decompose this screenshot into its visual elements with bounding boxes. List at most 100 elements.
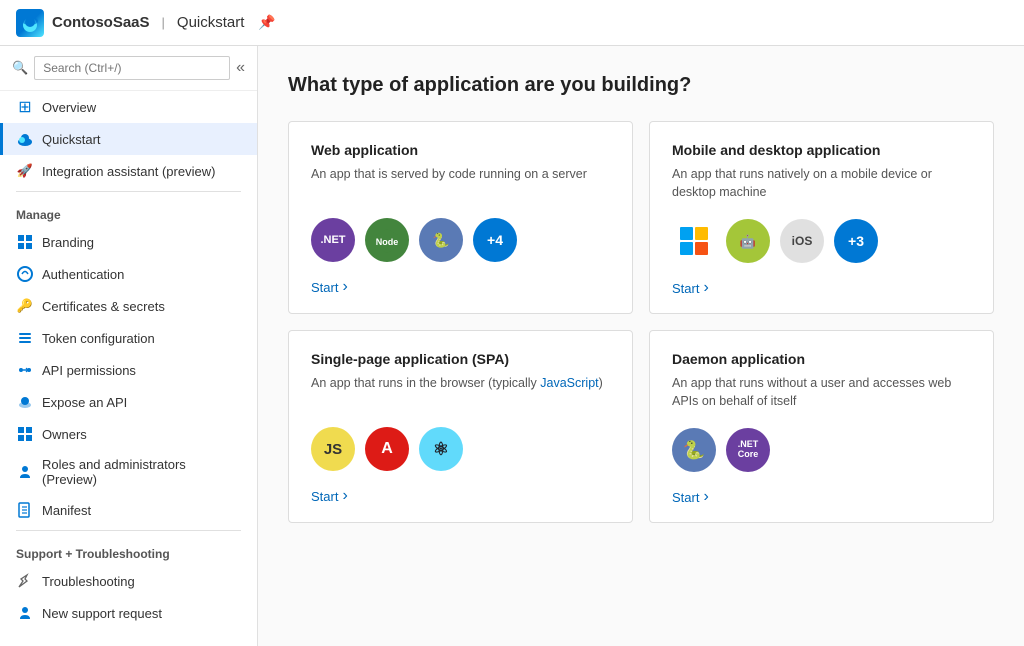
search-icon: 🔍 (12, 60, 28, 76)
start-label: Start (672, 281, 699, 296)
sidebar-item-label: Certificates & secrets (42, 299, 165, 314)
chevron-right-icon: › (342, 487, 347, 505)
sidebar-item-owners[interactable]: Owners (0, 418, 257, 450)
android-icon: 🤖 (726, 219, 770, 263)
card-tech-icons: .NET Node 🐍 +4 (311, 218, 610, 262)
sidebar-item-api-permissions[interactable]: API permissions (0, 354, 257, 386)
ios-icon: iOS (780, 219, 824, 263)
sidebar-item-label: Expose an API (42, 395, 127, 410)
manifest-icon (16, 501, 34, 519)
sidebar-item-label: API permissions (42, 363, 136, 378)
support-section-label: Support + Troubleshooting (0, 535, 257, 565)
top-header: ContosoSaaS | Quickstart 📌 (0, 0, 1024, 46)
roles-icon (16, 463, 34, 481)
sidebar-item-branding[interactable]: Branding (0, 226, 257, 258)
card-title: Mobile and desktop application (672, 142, 971, 158)
auth-icon (16, 265, 34, 283)
sidebar-item-label: Quickstart (42, 132, 101, 147)
card-web-app[interactable]: Web application An app that is served by… (288, 121, 633, 314)
card-description: An app that runs natively on a mobile de… (672, 166, 971, 201)
sidebar-item-token[interactable]: Token configuration (0, 322, 257, 354)
plus4-badge: +4 (473, 218, 517, 262)
sidebar-item-authentication[interactable]: Authentication (0, 258, 257, 290)
cards-grid: Web application An app that is served by… (288, 121, 994, 523)
sidebar-item-label: Integration assistant (preview) (42, 164, 215, 179)
sidebar-item-label: Troubleshooting (42, 574, 135, 589)
svg-text:🐍: 🐍 (432, 232, 449, 249)
sidebar-item-quickstart[interactable]: Quickstart (0, 123, 257, 155)
page-name: Quickstart (177, 14, 245, 31)
daemon-start-link[interactable]: Start › (672, 488, 971, 506)
manage-section-label: Manage (0, 196, 257, 226)
sidebar-item-troubleshooting[interactable]: Troubleshooting (0, 565, 257, 597)
sidebar-search-area: 🔍 « (0, 46, 257, 91)
sidebar-item-roles[interactable]: Roles and administrators (Preview) (0, 450, 257, 494)
search-input[interactable] (34, 56, 230, 80)
card-description: An app that runs without a user and acce… (672, 375, 971, 410)
chevron-right-icon: › (703, 279, 708, 297)
trouble-icon (16, 572, 34, 590)
collapse-sidebar-button[interactable]: « (236, 60, 245, 76)
sidebar-item-overview[interactable]: ⊞ Overview (0, 91, 257, 123)
sidebar-item-label: New support request (42, 606, 162, 621)
sidebar-item-label: Overview (42, 100, 96, 115)
start-label: Start (311, 489, 338, 504)
card-title: Daemon application (672, 351, 971, 367)
react-icon: ⚛ (419, 427, 463, 471)
spa-start-link[interactable]: Start › (311, 487, 610, 505)
chevron-right-icon: › (342, 278, 347, 296)
web-app-start-link[interactable]: Start › (311, 278, 610, 296)
content-area: What type of application are you buildin… (258, 46, 1024, 646)
sidebar-item-label: Token configuration (42, 331, 155, 346)
card-tech-icons: JS A ⚛ (311, 427, 610, 471)
app-icon (16, 9, 44, 37)
svg-text:Node: Node (376, 237, 399, 247)
cloud-icon (16, 130, 34, 148)
owners-icon (16, 425, 34, 443)
javascript-icon: JS (311, 427, 355, 471)
pin-icon[interactable]: 📌 (258, 14, 275, 31)
sidebar-item-new-support[interactable]: New support request (0, 597, 257, 629)
sidebar-item-label: Branding (42, 235, 94, 250)
angular-icon: A (365, 427, 409, 471)
sidebar-item-label: Roles and administrators (Preview) (42, 457, 241, 487)
mobile-start-link[interactable]: Start › (672, 279, 971, 297)
plus3-badge: +3 (834, 219, 878, 263)
start-label: Start (672, 490, 699, 505)
windows-icon (672, 219, 716, 263)
expose-icon (16, 393, 34, 411)
app-name: ContosoSaaS (52, 14, 150, 31)
sidebar: 🔍 « ⊞ Overview Quickstart 🚀 Integration … (0, 46, 258, 646)
dotnetcore-icon: .NETCore (726, 428, 770, 472)
dotnet-icon: .NET (311, 218, 355, 262)
sidebar-item-manifest[interactable]: Manifest (0, 494, 257, 526)
card-tech-icons: 🐍 .NETCore (672, 428, 971, 472)
grid-icon: ⊞ (16, 98, 34, 116)
sidebar-item-integration[interactable]: 🚀 Integration assistant (preview) (0, 155, 257, 187)
sidebar-item-expose-api[interactable]: Expose an API (0, 386, 257, 418)
sidebar-item-certificates[interactable]: 🔑 Certificates & secrets (0, 290, 257, 322)
card-description: An app that is served by code running on… (311, 166, 610, 200)
sidebar-item-label: Manifest (42, 503, 91, 518)
manage-divider (16, 191, 241, 192)
card-daemon[interactable]: Daemon application An app that runs with… (649, 330, 994, 523)
branding-icon (16, 233, 34, 251)
title-separator: | (162, 15, 165, 30)
card-title: Web application (311, 142, 610, 158)
card-mobile-desktop[interactable]: Mobile and desktop application An app th… (649, 121, 994, 314)
api-icon (16, 361, 34, 379)
start-label: Start (311, 280, 338, 295)
cert-icon: 🔑 (16, 297, 34, 315)
sidebar-item-label: Owners (42, 427, 87, 442)
python2-icon: 🐍 (672, 428, 716, 472)
rocket-icon: 🚀 (16, 162, 34, 180)
main-layout: 🔍 « ⊞ Overview Quickstart 🚀 Integration … (0, 46, 1024, 646)
support-divider (16, 530, 241, 531)
token-icon (16, 329, 34, 347)
page-title: What type of application are you buildin… (288, 74, 994, 97)
svg-text:🤖: 🤖 (740, 234, 756, 249)
chevron-right-icon: › (703, 488, 708, 506)
nodejs-icon: Node (365, 218, 409, 262)
card-tech-icons: 🤖 iOS +3 (672, 219, 971, 263)
card-spa[interactable]: Single-page application (SPA) An app tha… (288, 330, 633, 523)
